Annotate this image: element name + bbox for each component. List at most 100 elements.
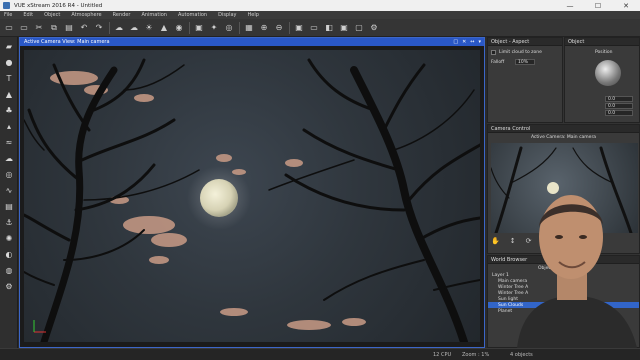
- capture-icon[interactable]: ▣: [339, 23, 349, 33]
- cut-icon[interactable]: ✂: [34, 23, 44, 33]
- limit-cloud-label: Limit cloud to zone: [499, 50, 542, 55]
- left-toolbar: ▰ ● T ▲ ♣ ▴ ≈ ☁ ◎ ∿ ▤ ⚓ ✺ ◐ ◍ ⚙: [0, 37, 18, 348]
- viewport-controls: □ ✕ ↔ ▾: [449, 38, 481, 46]
- zoom-in-icon[interactable]: ⊕: [259, 23, 269, 33]
- sphere-icon[interactable]: ●: [3, 57, 15, 67]
- save-icon[interactable]: ▭: [19, 23, 29, 33]
- camera-icon[interactable]: ◐: [3, 249, 15, 259]
- toolbar-separator: [239, 21, 240, 34]
- paste-icon[interactable]: ▤: [64, 23, 74, 33]
- app-logo-icon: [3, 2, 10, 9]
- menu-file[interactable]: File: [4, 12, 12, 18]
- camera-icon[interactable]: ▣: [194, 23, 204, 33]
- toolbar-separator: [289, 21, 290, 34]
- open-icon[interactable]: ▭: [4, 23, 14, 33]
- terrain-icon[interactable]: ▲: [159, 23, 169, 33]
- undo-icon[interactable]: ↶: [79, 23, 89, 33]
- active-camera-label: Active Camera: Main camera: [530, 135, 597, 140]
- menu-animation[interactable]: Animation: [141, 12, 167, 18]
- library-icon[interactable]: ▤: [3, 201, 15, 211]
- falloff-label: Falloff: [491, 59, 505, 65]
- menu-render[interactable]: Render: [113, 12, 131, 18]
- menu-help[interactable]: Help: [248, 12, 259, 18]
- right-panel: Object - Aspect Limit cloud to zone Fall…: [487, 37, 640, 348]
- falloff-field[interactable]: 10%: [515, 59, 535, 65]
- water-icon[interactable]: ≈: [3, 137, 15, 147]
- pan-hand-icon[interactable]: ✋: [491, 237, 500, 245]
- cpu-count: 12 CPU: [433, 351, 452, 358]
- text-icon[interactable]: T: [3, 73, 15, 83]
- viewport-title: Active Camera View: Main camera: [20, 38, 484, 46]
- object-panel: Object Position 0.0 0.0 0.0: [564, 37, 640, 123]
- render-scene[interactable]: [24, 50, 480, 342]
- rotation-gizmo[interactable]: [595, 60, 621, 86]
- atmosphere-icon[interactable]: ☁: [114, 23, 124, 33]
- moon: [200, 179, 238, 217]
- spline-icon[interactable]: ∿: [3, 185, 15, 195]
- lens-icon[interactable]: ◎: [224, 23, 234, 33]
- screen-icon[interactable]: ▭: [309, 23, 319, 33]
- menu-automation[interactable]: Automation: [178, 12, 207, 18]
- redo-icon[interactable]: ↷: [94, 23, 104, 33]
- plant-icon[interactable]: ♣: [3, 105, 15, 115]
- cube-icon[interactable]: ▰: [3, 41, 15, 51]
- presenter-webcam: [507, 177, 640, 348]
- presenter-illustration: [517, 195, 637, 348]
- material-icon[interactable]: ◍: [3, 265, 15, 275]
- viewport-title-text: Active Camera View: Main camera: [24, 39, 110, 45]
- object-count: 4 objects: [510, 351, 533, 358]
- camera-viewport[interactable]: Active Camera View: Main camera □ ✕ ↔ ▾: [19, 37, 485, 348]
- light-icon[interactable]: ✺: [3, 233, 15, 243]
- cloud-icon[interactable]: ☁: [129, 23, 139, 33]
- settings-icon[interactable]: ⚙: [369, 23, 379, 33]
- light-icon[interactable]: ✦: [209, 23, 219, 33]
- rock-icon[interactable]: ▴: [3, 121, 15, 131]
- menu-bar: File Edit Object Atmosphere Render Animation A…: [0, 11, 640, 19]
- camera-view-icon[interactable]: ◧: [324, 23, 334, 33]
- right-tree: [268, 58, 480, 342]
- display-icon[interactable]: ▢: [354, 23, 364, 33]
- limit-cloud-checkbox[interactable]: [491, 50, 496, 55]
- zoom-out-icon[interactable]: ⊖: [274, 23, 284, 33]
- window-titlebar: VUE xStream 2016 R4 - Untitled — ☐ ✕: [0, 0, 640, 11]
- render-area-icon[interactable]: ▣: [294, 23, 304, 33]
- night-scene-illustration: [24, 58, 480, 342]
- menu-object[interactable]: Object: [44, 12, 60, 18]
- spiral-icon[interactable]: ◎: [3, 169, 15, 179]
- sun-icon[interactable]: ☀: [144, 23, 154, 33]
- maximize-button[interactable]: ☐: [584, 0, 612, 11]
- render-icon[interactable]: ◉: [174, 23, 184, 33]
- position-fields: 0.0 0.0 0.0: [605, 96, 633, 116]
- layout-icon[interactable]: ▦: [244, 23, 254, 33]
- position-label: Position: [595, 50, 613, 55]
- zoom-level: Zoom : 1%: [462, 351, 490, 358]
- close-button[interactable]: ✕: [612, 0, 640, 11]
- path-icon[interactable]: ⚓: [3, 217, 15, 227]
- viewport-resize-button[interactable]: ↔: [470, 39, 474, 45]
- viewport-close-button[interactable]: ✕: [462, 39, 466, 45]
- toolbar-separator: [189, 21, 190, 34]
- window-title: VUE xStream 2016 R4 - Untitled: [14, 2, 103, 9]
- object-aspect-panel: Object - Aspect Limit cloud to zone Fall…: [487, 37, 563, 123]
- terrain-icon[interactable]: ▲: [3, 89, 15, 99]
- minimize-button[interactable]: —: [556, 0, 584, 11]
- menu-edit[interactable]: Edit: [23, 12, 33, 18]
- camera-control-title: Camera Control: [488, 125, 639, 133]
- position-x-field[interactable]: 0.0: [605, 96, 633, 102]
- toolbar-separator: [109, 21, 110, 34]
- object-aspect-title: Object - Aspect: [488, 38, 562, 46]
- cloud-icon[interactable]: ☁: [3, 153, 15, 163]
- settings-icon[interactable]: ⚙: [3, 281, 15, 291]
- viewport-restore-button[interactable]: □: [453, 39, 458, 45]
- limit-cloud-row: Limit cloud to zone: [491, 50, 559, 55]
- status-bar: 12 CPU Zoom : 1% 4 objects: [0, 348, 640, 360]
- object-panel-title: Object: [565, 38, 639, 46]
- falloff-row: Falloff 10%: [491, 59, 559, 65]
- position-z-field[interactable]: 0.0: [605, 110, 633, 116]
- copy-icon[interactable]: ⧉: [49, 23, 59, 33]
- menu-atmosphere[interactable]: Atmosphere: [71, 12, 101, 18]
- main-toolbar: ▭ ▭ ✂ ⧉ ▤ ↶ ↷ ☁ ☁ ☀ ▲ ◉ ▣ ✦ ◎ ▦ ⊕ ⊖ ▣ ▭ ◧ ▣ ▢ ⚙: [0, 19, 640, 37]
- position-y-field[interactable]: 0.0: [605, 103, 633, 109]
- menu-display[interactable]: Display: [218, 12, 236, 18]
- viewport-menu-button[interactable]: ▾: [478, 39, 481, 45]
